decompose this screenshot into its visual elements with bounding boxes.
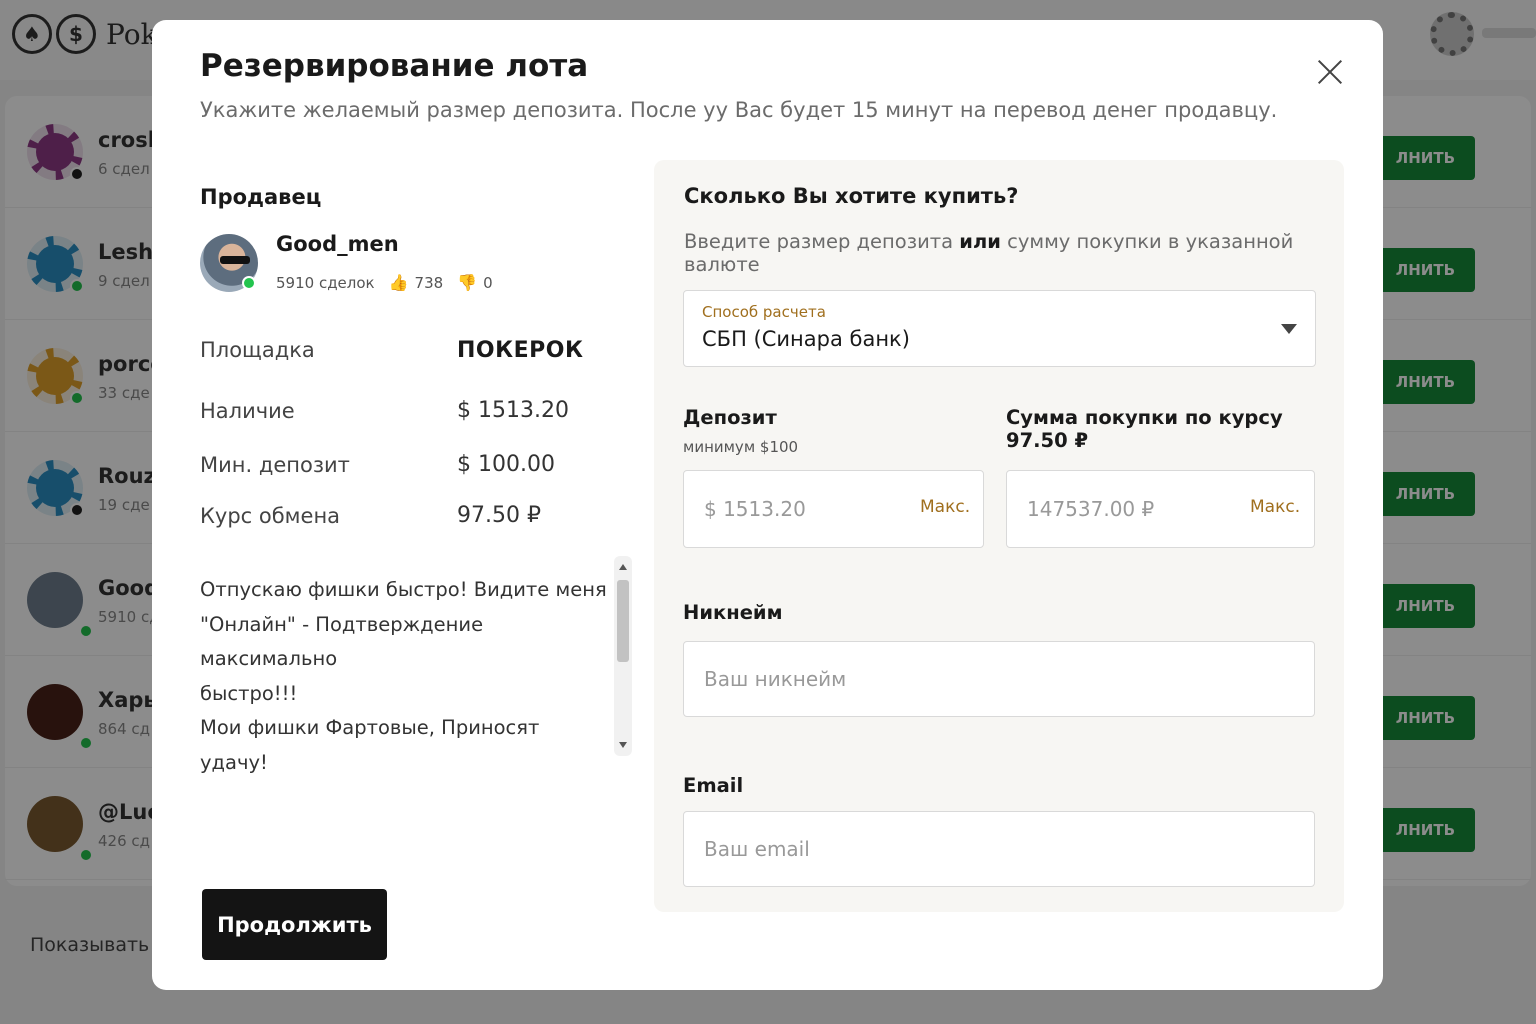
form-hint: Введите размер депозита или сумму покупк… bbox=[684, 230, 1344, 276]
modal-subtitle: Укажите желаемый размер депозита. После … bbox=[200, 98, 1278, 122]
info-value-exchange-rate: 97.50 ₽ bbox=[457, 503, 541, 528]
info-value-min-deposit: $ 100.00 bbox=[457, 452, 555, 477]
description-scrollbar[interactable] bbox=[614, 556, 632, 756]
deposit-label: Депозит bbox=[683, 406, 777, 429]
online-status-icon bbox=[242, 276, 256, 290]
deposit-max-link[interactable]: Макс. bbox=[920, 497, 970, 517]
info-label-platform: Площадка bbox=[200, 338, 315, 362]
scroll-up-icon[interactable] bbox=[619, 564, 627, 570]
thumbs-up-icon: 👍 bbox=[388, 273, 409, 292]
modal-title: Резервирование лота bbox=[200, 48, 589, 84]
reserve-lot-modal: Резервирование лота Укажите желаемый раз… bbox=[152, 20, 1383, 990]
info-value-platform: ПОКЕРОК bbox=[457, 338, 584, 363]
close-icon[interactable] bbox=[1314, 56, 1346, 88]
seller-dislikes: 0 bbox=[483, 273, 493, 292]
scroll-thumb[interactable] bbox=[617, 580, 629, 662]
purchase-label: Сумма покупки по курсу 97.50 ₽ bbox=[1006, 406, 1283, 452]
email-input[interactable] bbox=[683, 811, 1315, 887]
seller-description: Отпускаю фишки быстро! Видите меня "Онла… bbox=[200, 578, 607, 774]
thumbs-down-icon: 👎 bbox=[457, 273, 478, 292]
info-value-availability: $ 1513.20 bbox=[457, 398, 569, 423]
purchase-max-link[interactable]: Макс. bbox=[1250, 497, 1300, 517]
seller-name[interactable]: Good_men bbox=[276, 232, 399, 256]
chevron-down-icon bbox=[1281, 324, 1297, 334]
seller-avatar[interactable] bbox=[200, 234, 258, 292]
avatar-glasses bbox=[220, 256, 250, 264]
form-title: Сколько Вы хотите купить? bbox=[684, 184, 1019, 208]
seller-deals: 5910 сделок bbox=[276, 273, 375, 292]
seller-stats: 5910 сделок 👍 738 👎 0 bbox=[276, 273, 493, 292]
info-label-min-deposit: Мин. депозит bbox=[200, 453, 350, 477]
email-label: Email bbox=[683, 774, 744, 797]
payment-method-caption: Способ расчета bbox=[702, 303, 826, 321]
nickname-label: Никнейм bbox=[683, 601, 783, 624]
info-label-availability: Наличие bbox=[200, 399, 295, 423]
purchase-form-panel: Сколько Вы хотите купить? Введите размер… bbox=[654, 160, 1344, 912]
payment-method-select[interactable]: Способ расчета СБП (Синара банк) bbox=[683, 290, 1316, 367]
nickname-input[interactable] bbox=[683, 641, 1315, 717]
scroll-down-icon[interactable] bbox=[619, 742, 627, 748]
payment-method-value: СБП (Синара банк) bbox=[702, 327, 910, 351]
hint-or: или bbox=[959, 230, 1001, 253]
deposit-min-note: минимум $100 bbox=[683, 438, 799, 456]
seller-heading: Продавец bbox=[200, 185, 322, 209]
continue-button[interactable]: Продолжить bbox=[202, 889, 387, 960]
hint-before: Введите размер депозита bbox=[684, 230, 954, 253]
info-label-exchange-rate: Курс обмена bbox=[200, 504, 341, 528]
seller-likes: 738 bbox=[414, 273, 444, 292]
